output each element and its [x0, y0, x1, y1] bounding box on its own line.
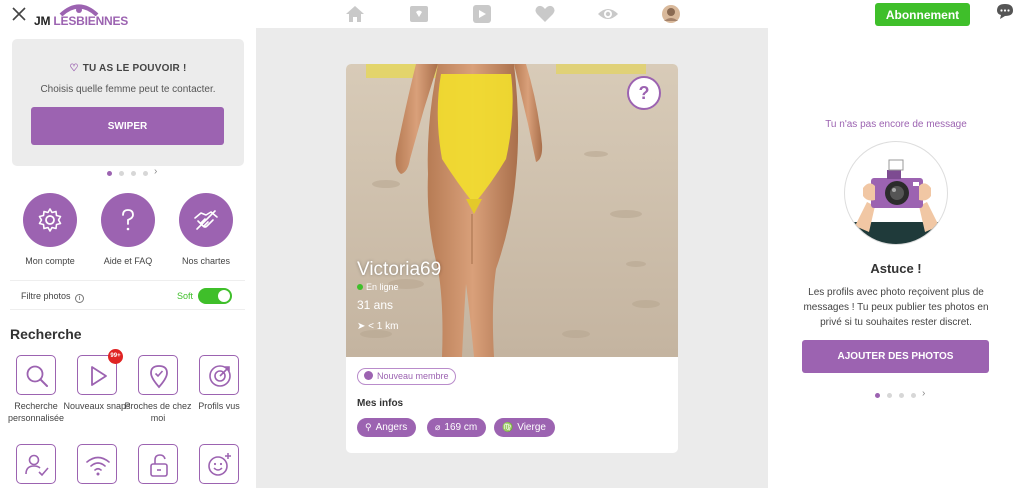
viewed-profiles-label: Profils vus [198, 401, 240, 411]
wifi-icon [86, 456, 110, 476]
tip-title: Astuce ! [870, 261, 922, 276]
height-label: 169 cm [444, 422, 478, 433]
ruler-icon: ⌀ [435, 422, 441, 432]
magnifier-icon [26, 365, 48, 387]
avatar[interactable] [660, 4, 682, 24]
viewed-profiles-tile[interactable] [199, 355, 239, 395]
virgo-icon: ♍ [502, 422, 514, 432]
user-check-icon [25, 454, 49, 477]
carousel-dot[interactable] [107, 171, 112, 176]
profile-area: ? Victoria69 En ligne 31 ans ➤ < 1 km No… [256, 28, 768, 488]
tips-carousel-dots: › [875, 388, 935, 399]
new-member-badge: Nouveau membre [357, 368, 456, 385]
gear-icon [38, 208, 62, 232]
home-icon[interactable] [344, 4, 366, 24]
location-icon [150, 365, 168, 389]
lock-icon [150, 454, 168, 477]
nearby-tile[interactable] [138, 355, 178, 395]
play-icon[interactable] [471, 4, 493, 24]
carousel-dot[interactable] [899, 393, 904, 398]
navigation-arrow-icon: ➤ [357, 321, 366, 332]
add-photos-button[interactable]: AJOUTER DES PHOTOS [802, 340, 989, 373]
question-icon [122, 209, 134, 231]
toggle-knob [218, 290, 230, 302]
my-infos-title: Mes infos [357, 398, 404, 409]
carousel-dot[interactable] [143, 171, 148, 176]
handshake-icon [194, 210, 218, 230]
online-status-dot [357, 284, 363, 290]
help-button[interactable] [101, 193, 155, 247]
profile-age: 31 ans [357, 298, 394, 312]
charters-button[interactable] [179, 193, 233, 247]
profile-card[interactable]: ? Victoria69 En ligne 31 ans ➤ < 1 km No… [346, 64, 678, 453]
new-member-label: Nouveau membre [377, 371, 449, 381]
charters-label: Nos chartes [181, 256, 231, 266]
heart-icon[interactable] [534, 4, 556, 24]
top-bar: JM LESBIENNES Abonnement [0, 0, 1024, 28]
promo-title: TU AS LE POUVOIR ! [82, 63, 187, 74]
location-icon: ⚲ [365, 422, 372, 432]
photo-filter-row: Filtre photos i Soft [10, 280, 245, 310]
tip-text: Les profils avec photo reçoivent plus de… [803, 287, 989, 328]
cards-icon[interactable] [408, 4, 430, 24]
carousel-dot[interactable] [911, 393, 916, 398]
chevron-right-icon[interactable]: › [154, 166, 157, 177]
new-member-icon [364, 371, 373, 380]
promo-subtitle: Choisis quelle femme peut te contacter. [40, 84, 216, 95]
new-snaps-tile[interactable]: 99+ [77, 349, 123, 395]
photo-filter-value: Soft [177, 291, 194, 301]
search-section-title: Recherche [10, 326, 82, 342]
chevron-right-icon[interactable]: › [922, 388, 925, 399]
logo-brand: LESBIENNES [53, 14, 129, 28]
search-tile[interactable] [16, 444, 56, 484]
play-icon [91, 366, 107, 386]
subscribe-button[interactable]: Abonnement [875, 3, 970, 26]
custom-search-tile[interactable] [16, 355, 56, 395]
profile-distance: < 1 km [368, 321, 399, 332]
smiley-plus-icon [208, 453, 231, 476]
photo-filter-toggle[interactable] [198, 288, 232, 304]
city-chip: ⚲ Angers [357, 418, 417, 437]
target-icon [209, 365, 231, 387]
no-message-text: Tu n'as pas encore de message [825, 119, 967, 130]
carousel-dot[interactable] [887, 393, 892, 398]
promo-carousel-dots: › [107, 166, 167, 177]
search-tile[interactable] [77, 444, 117, 484]
heart-outline-icon: ♡ [69, 63, 79, 74]
new-snaps-badge: 99+ [108, 349, 123, 364]
profile-photo[interactable]: ? Victoria69 En ligne 31 ans ➤ < 1 km [346, 64, 678, 357]
profile-status: En ligne [366, 282, 399, 292]
profile-photo-image [346, 64, 678, 357]
carousel-dot[interactable] [875, 393, 880, 398]
profile-name: Victoria69 [357, 259, 442, 280]
camera-icon [845, 159, 947, 244]
swiper-button[interactable]: SWIPER [31, 107, 224, 145]
messages-panel: Tu n'as pas encore de message Astuce ! L… [768, 28, 1024, 488]
carousel-dot[interactable] [131, 171, 136, 176]
carousel-dot[interactable] [119, 171, 124, 176]
search-tile[interactable] [199, 444, 239, 484]
chat-icon[interactable] [996, 3, 1014, 20]
camera-illustration [844, 141, 948, 245]
help-label: Aide et FAQ [103, 256, 153, 266]
promo-card: ♡ TU AS LE POUVOIR ! Choisis quelle femme… [12, 39, 244, 166]
question-button[interactable]: ? [627, 76, 661, 110]
photo-filter-label: Filtre photos [21, 291, 71, 301]
logo-prefix: JM [34, 14, 51, 28]
eye-icon[interactable] [597, 4, 619, 24]
info-icon[interactable]: i [75, 294, 85, 303]
close-icon[interactable] [11, 6, 27, 22]
account-button[interactable] [23, 193, 77, 247]
zodiac-label: Vierge [517, 422, 546, 433]
height-chip: ⌀ 169 cm [427, 418, 487, 437]
zodiac-chip: ♍ Vierge [494, 418, 555, 437]
search-tile[interactable] [138, 444, 178, 484]
account-label: Mon compte [25, 256, 75, 266]
city-label: Angers [375, 422, 408, 433]
left-sidebar: ♡ TU AS LE POUVOIR ! Choisis quelle femme… [0, 28, 256, 488]
